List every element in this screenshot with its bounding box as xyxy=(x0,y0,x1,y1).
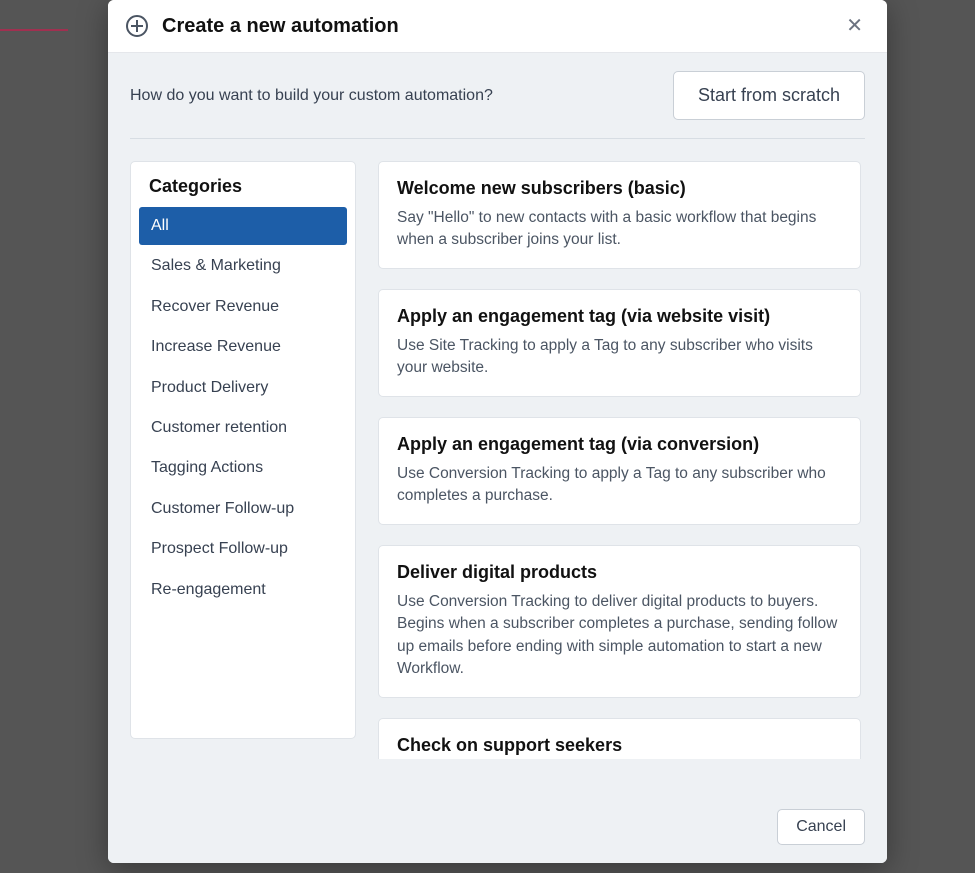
prompt-row: How do you want to build your custom aut… xyxy=(130,71,865,139)
category-customer-retention[interactable]: Customer retention xyxy=(139,409,347,447)
create-automation-modal: Create a new automation ✕ How do you wan… xyxy=(108,0,887,863)
recipe-engagement-tag-conversion[interactable]: Apply an engagement tag (via conversion)… xyxy=(378,417,861,525)
recipe-welcome-new-subscribers[interactable]: Welcome new subscribers (basic) Say "Hel… xyxy=(378,161,861,269)
categories-sidebar: Categories All Sales & Marketing Recover… xyxy=(130,161,356,739)
category-re-engagement[interactable]: Re-engagement xyxy=(139,571,347,609)
recipe-desc: Use Conversion Tracking to deliver digit… xyxy=(397,591,842,681)
plus-circle-icon xyxy=(126,15,148,37)
modal-header: Create a new automation ✕ xyxy=(108,0,887,53)
recipe-deliver-digital-products[interactable]: Deliver digital products Use Conversion … xyxy=(378,545,861,698)
recipe-check-on-support-seekers[interactable]: Check on support seekers Use Site Tracki… xyxy=(378,718,861,759)
recipe-list-scroll[interactable]: Welcome new subscribers (basic) Say "Hel… xyxy=(378,161,865,759)
prompt-text: How do you want to build your custom aut… xyxy=(130,87,493,105)
modal-footer: Cancel xyxy=(108,797,887,863)
close-icon[interactable]: ✕ xyxy=(840,12,869,40)
cancel-button[interactable]: Cancel xyxy=(777,809,865,845)
category-sales-marketing[interactable]: Sales & Marketing xyxy=(139,247,347,285)
category-increase-revenue[interactable]: Increase Revenue xyxy=(139,328,347,366)
modal-title: Create a new automation xyxy=(162,15,840,38)
category-customer-follow-up[interactable]: Customer Follow-up xyxy=(139,490,347,528)
recipe-title: Welcome new subscribers (basic) xyxy=(397,178,842,199)
recipe-title: Apply an engagement tag (via conversion) xyxy=(397,434,842,455)
category-recover-revenue[interactable]: Recover Revenue xyxy=(139,288,347,326)
category-product-delivery[interactable]: Product Delivery xyxy=(139,369,347,407)
recipe-desc: Say "Hello" to new contacts with a basic… xyxy=(397,207,842,252)
modal-body: How do you want to build your custom aut… xyxy=(108,53,887,797)
category-tagging-actions[interactable]: Tagging Actions xyxy=(139,449,347,487)
recipe-title: Check on support seekers xyxy=(397,735,842,756)
backdrop-tab-indicator xyxy=(0,29,68,31)
category-all[interactable]: All xyxy=(139,207,347,245)
content-row: Categories All Sales & Marketing Recover… xyxy=(130,161,865,787)
recipe-title: Deliver digital products xyxy=(397,562,842,583)
recipe-engagement-tag-website-visit[interactable]: Apply an engagement tag (via website vis… xyxy=(378,289,861,397)
recipe-desc: Use Site Tracking to apply a Tag to any … xyxy=(397,335,842,380)
category-prospect-follow-up[interactable]: Prospect Follow-up xyxy=(139,530,347,568)
recipe-list-wrap: Welcome new subscribers (basic) Say "Hel… xyxy=(378,161,865,759)
recipe-title: Apply an engagement tag (via website vis… xyxy=(397,306,842,327)
recipe-desc: Use Conversion Tracking to apply a Tag t… xyxy=(397,463,842,508)
start-from-scratch-button[interactable]: Start from scratch xyxy=(673,71,865,120)
categories-title: Categories xyxy=(139,176,347,207)
